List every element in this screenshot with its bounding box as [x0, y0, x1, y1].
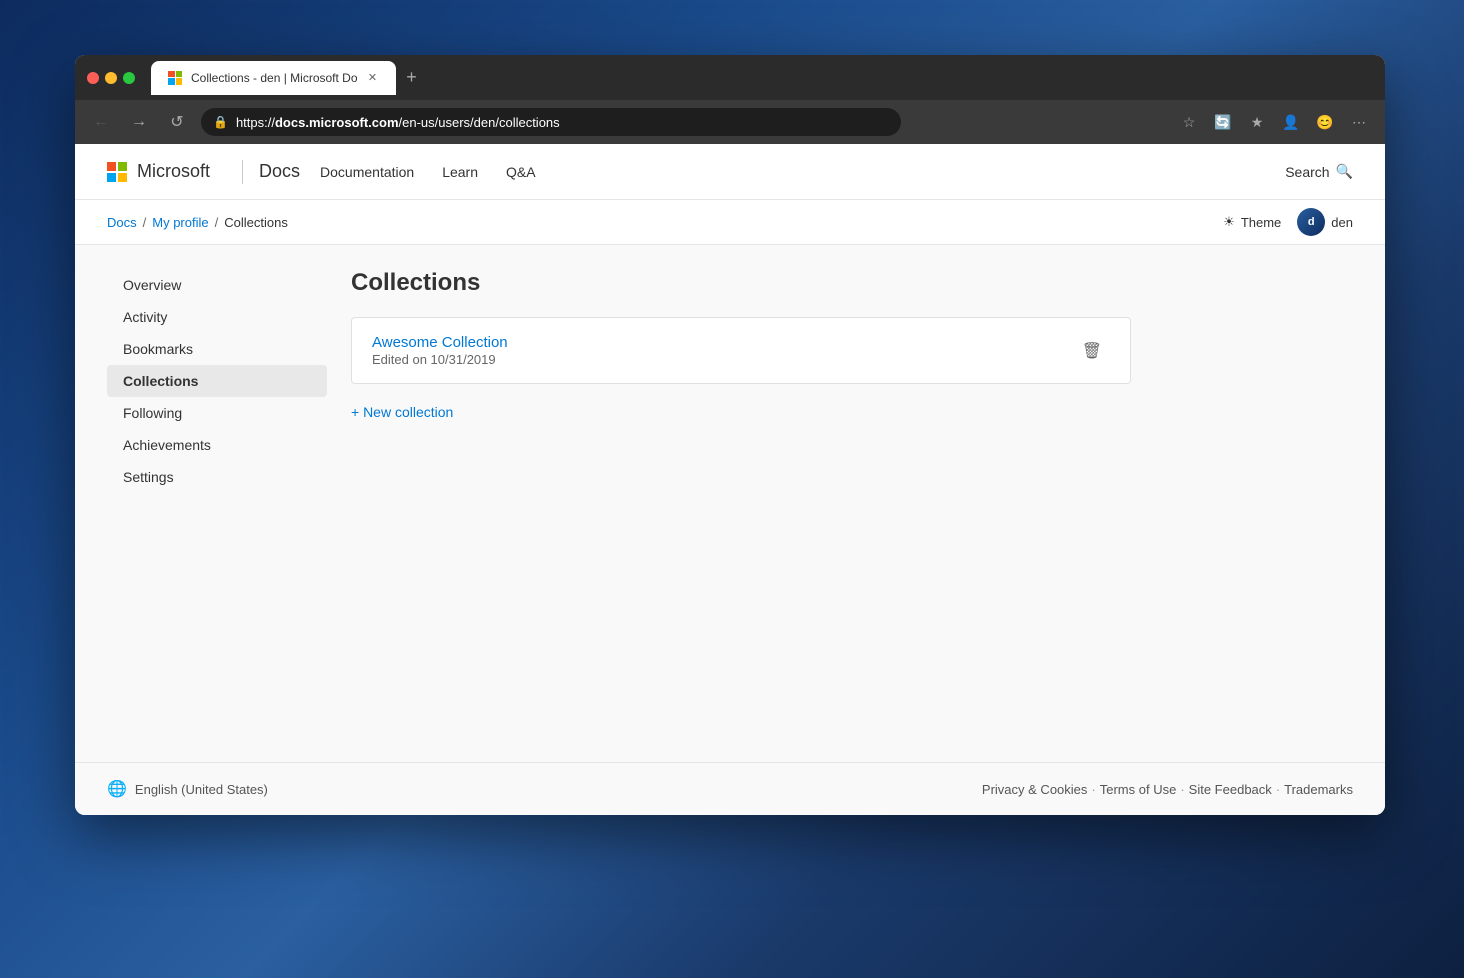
footer-sep-3: · [1276, 782, 1280, 797]
emoji-button[interactable]: 😊 [1311, 108, 1339, 136]
sidebar-item-achievements[interactable]: Achievements [107, 429, 327, 461]
footer-language: English (United States) [135, 782, 268, 797]
theme-label: Theme [1241, 215, 1281, 230]
footer-link-trademarks[interactable]: Trademarks [1284, 782, 1353, 797]
breadcrumb-bar: Docs / My profile / Collections ☀ Theme … [75, 200, 1385, 245]
forward-button[interactable]: → [125, 108, 153, 136]
extensions-button[interactable]: 🔄 [1209, 108, 1237, 136]
ms-sq-green [118, 162, 127, 171]
search-label: Search [1285, 164, 1329, 180]
docs-brand[interactable]: Docs [259, 161, 300, 182]
user-name-label[interactable]: den [1331, 215, 1353, 230]
nav-divider [242, 160, 243, 184]
address-bar: ← → ↺ 🔒 https://docs.microsoft.com/en-us… [75, 100, 1385, 144]
maximize-window-button[interactable] [123, 72, 135, 84]
footer-link-terms[interactable]: Terms of Use [1100, 782, 1177, 797]
search-button[interactable]: Search 🔍 [1285, 163, 1353, 180]
globe-icon: 🌐 [107, 779, 127, 799]
minimize-window-button[interactable] [105, 72, 117, 84]
breadcrumb-right: ☀ Theme d den [1223, 208, 1353, 236]
active-tab[interactable]: Collections - den | Microsoft Do ✕ [151, 61, 396, 95]
theme-button[interactable]: ☀ Theme [1223, 214, 1281, 230]
browser-window: Collections - den | Microsoft Do ✕ + ← →… [75, 55, 1385, 815]
sidebar: Overview Activity Bookmarks Collections … [107, 269, 327, 738]
nav-links: Documentation Learn Q&A [308, 158, 548, 186]
collection-info: Awesome Collection Edited on 10/31/2019 [372, 334, 508, 367]
user-initials: d [1308, 216, 1315, 228]
nav-link-documentation[interactable]: Documentation [308, 158, 426, 186]
bookmark-star-button[interactable]: ☆ [1175, 108, 1203, 136]
url-base: https:// [236, 115, 275, 130]
refresh-button[interactable]: ↺ [163, 108, 191, 136]
footer-sep-2: · [1180, 782, 1184, 797]
microsoft-label: Microsoft [137, 161, 210, 182]
breadcrumb-current: Collections [224, 215, 288, 230]
breadcrumb-docs[interactable]: Docs [107, 215, 137, 230]
footer-left: 🌐 English (United States) [107, 779, 268, 799]
collection-name-link[interactable]: Awesome Collection [372, 334, 508, 351]
ms-sq-blue [107, 173, 116, 182]
address-actions: ☆ 🔄 ★ 👤 😊 ⋯ [1175, 108, 1373, 136]
sidebar-item-collections[interactable]: Collections [107, 365, 327, 397]
nav-link-qa[interactable]: Q&A [494, 158, 548, 186]
top-nav: Microsoft Docs Documentation Learn Q&A S… [75, 144, 1385, 200]
url-display: https://docs.microsoft.com/en-us/users/d… [236, 115, 560, 130]
tab-close-button[interactable]: ✕ [366, 71, 380, 85]
search-icon: 🔍 [1336, 163, 1353, 180]
theme-icon: ☀ [1223, 214, 1235, 230]
new-collection-label: + New collection [351, 404, 453, 420]
new-collection-button[interactable]: + New collection [351, 396, 453, 428]
collection-edited-date: Edited on 10/31/2019 [372, 352, 508, 367]
ms-logo-grid [107, 162, 127, 182]
url-domain: docs.microsoft.com [275, 115, 399, 130]
tab-area: Collections - den | Microsoft Do ✕ + [151, 61, 1373, 95]
breadcrumb-sep-2: / [215, 215, 219, 230]
ms-sq-yellow [118, 173, 127, 182]
page-title: Collections [351, 269, 1329, 297]
favorites-button[interactable]: ★ [1243, 108, 1271, 136]
settings-menu-button[interactable]: ⋯ [1345, 108, 1373, 136]
lock-icon: 🔒 [213, 115, 228, 129]
footer-link-privacy[interactable]: Privacy & Cookies [982, 782, 1087, 797]
collection-delete-button[interactable]: 🗑 [1074, 337, 1110, 365]
close-window-button[interactable] [87, 72, 99, 84]
sidebar-item-bookmarks[interactable]: Bookmarks [107, 333, 327, 365]
footer-link-feedback[interactable]: Site Feedback [1189, 782, 1272, 797]
tab-title: Collections - den | Microsoft Do [191, 71, 358, 85]
user-avatar: d [1297, 208, 1325, 236]
user-area: d den [1297, 208, 1353, 236]
new-tab-button[interactable]: + [400, 66, 424, 90]
sidebar-item-activity[interactable]: Activity [107, 301, 327, 333]
footer: 🌐 English (United States) Privacy & Cook… [75, 762, 1385, 815]
footer-links: Privacy & Cookies · Terms of Use · Site … [982, 782, 1353, 797]
breadcrumb-sep-1: / [143, 215, 147, 230]
sidebar-item-overview[interactable]: Overview [107, 269, 327, 301]
page-content: Microsoft Docs Documentation Learn Q&A S… [75, 144, 1385, 815]
profile-button[interactable]: 👤 [1277, 108, 1305, 136]
nav-link-learn[interactable]: Learn [430, 158, 490, 186]
traffic-lights [87, 72, 135, 84]
url-bar[interactable]: 🔒 https://docs.microsoft.com/en-us/users… [201, 108, 901, 136]
footer-sep-1: · [1091, 782, 1095, 797]
collection-card: Awesome Collection Edited on 10/31/2019 … [351, 317, 1131, 384]
back-button[interactable]: ← [87, 108, 115, 136]
main-layout: Overview Activity Bookmarks Collections … [75, 245, 1385, 762]
sidebar-item-following[interactable]: Following [107, 397, 327, 429]
microsoft-logo: Microsoft [107, 161, 210, 182]
breadcrumb-my-profile[interactable]: My profile [152, 215, 208, 230]
title-bar: Collections - den | Microsoft Do ✕ + [75, 55, 1385, 100]
trash-icon: 🗑 [1082, 343, 1102, 360]
ms-sq-red [107, 162, 116, 171]
url-path: /en-us/users/den/collections [399, 115, 560, 130]
tab-favicon [167, 70, 183, 86]
sidebar-item-settings[interactable]: Settings [107, 461, 327, 493]
content-area: Collections Awesome Collection Edited on… [327, 269, 1353, 738]
